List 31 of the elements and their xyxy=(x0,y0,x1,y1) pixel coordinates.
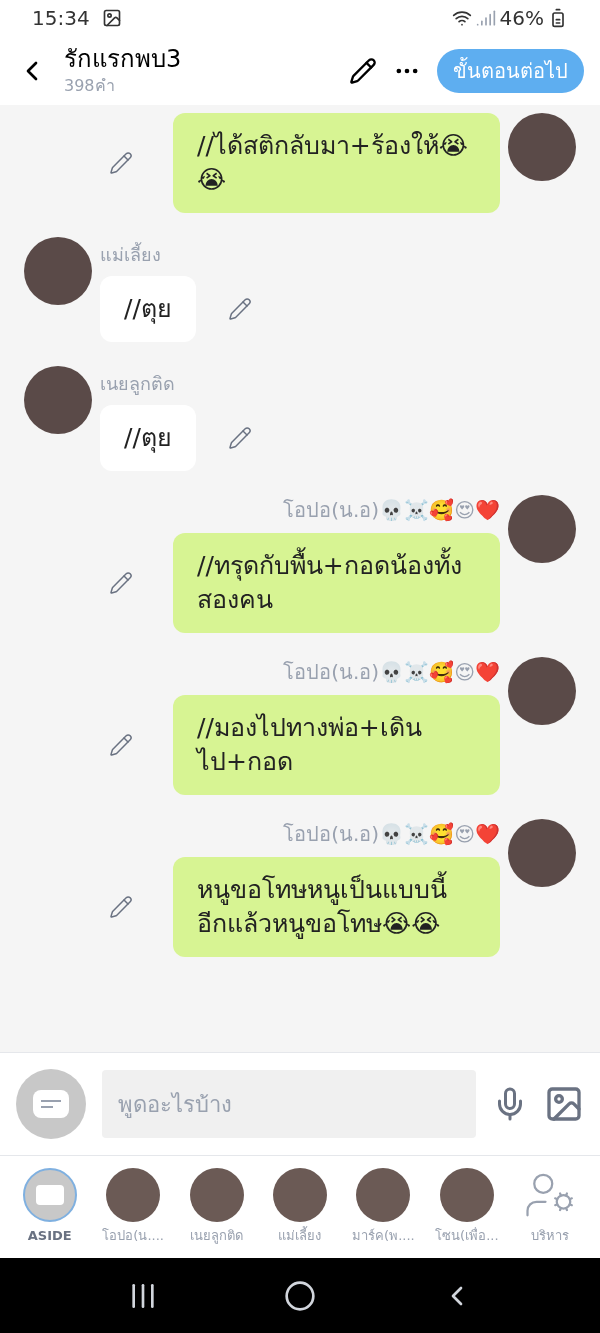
character-tab[interactable]: โอปอ(น.... xyxy=(93,1168,174,1246)
character-tab[interactable]: โซน(เพื่อ... xyxy=(426,1168,507,1246)
message-bubble: //ตุย xyxy=(100,276,196,342)
next-step-button[interactable]: ขั้นตอนต่อไป xyxy=(437,48,584,93)
character-tab[interactable]: ASIDE xyxy=(9,1168,90,1246)
gallery-icon xyxy=(101,8,122,28)
message-bubble: //ได้สติกลับมา+ร้องให้😭😭 xyxy=(173,113,500,213)
sender-name: แม่เลี้ยง xyxy=(100,241,161,267)
sender-name: โอปอ(น.อ)💀☠🥰😍❤ xyxy=(283,659,500,686)
battery-level: 46% xyxy=(499,5,544,32)
word-count: 398คำ xyxy=(64,74,116,97)
note-icon xyxy=(33,1090,69,1118)
character-tab[interactable]: เนยลูกติด xyxy=(176,1168,257,1246)
character-tab[interactable]: มาร์ค(พ.... xyxy=(343,1168,424,1246)
character-tab[interactable]: บริหาร xyxy=(510,1168,591,1246)
message-input-field[interactable]: พูดอะไรบ้าง xyxy=(102,1070,476,1138)
message-bubble: //ทรุดกับพื้น+กอดน้องทั้งสองคน xyxy=(173,533,500,633)
sender-name: เนยลูกติด xyxy=(100,372,175,397)
message-bubble: หนูขอโทษหนูเป็นแบบนี้อีกแล้วหนูขอโทษ😭😭 xyxy=(173,857,500,957)
character-tab[interactable]: แม่เลี้ยง xyxy=(259,1168,340,1246)
status-time: 15:34 xyxy=(32,5,90,32)
image-icon[interactable] xyxy=(544,1084,584,1124)
edit-icon[interactable] xyxy=(349,56,377,85)
story-title: รักแรกพบ3 xyxy=(64,43,183,74)
message-bubble: //ตุย xyxy=(100,405,196,471)
home-icon[interactable] xyxy=(284,1279,316,1312)
sender-name: โอปอ(น.อ)💀☠🥰😍❤ xyxy=(283,497,500,524)
wifi-icon xyxy=(451,8,472,28)
sender-name: โอปอ(น.อ)💀☠🥰😍❤ xyxy=(283,821,500,848)
message-bubble: //มองไปทางพ่อ+เดินไป+กอด xyxy=(173,695,500,795)
signal-icon xyxy=(475,8,496,28)
